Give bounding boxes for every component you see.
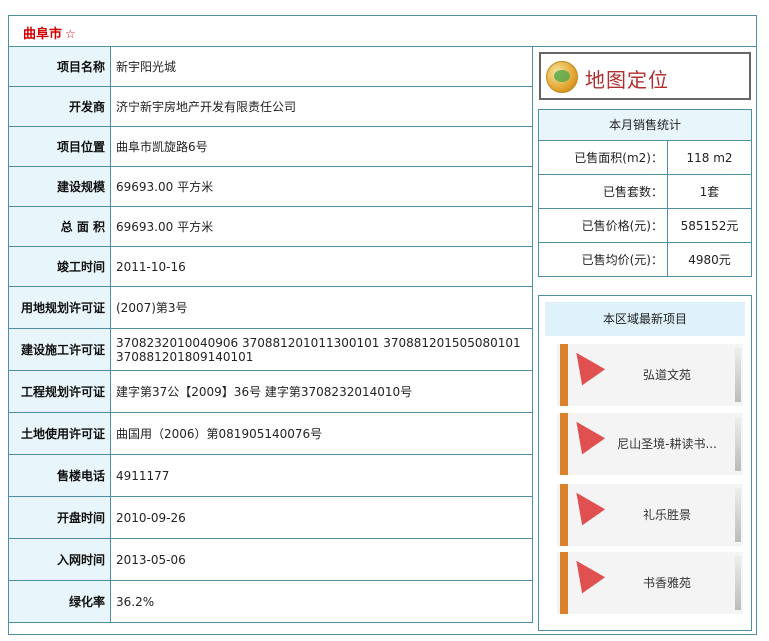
info-label: 土地使用许可证 xyxy=(8,412,111,455)
info-row: 总 面 积 69693.00 平方米 xyxy=(8,206,533,247)
info-row: 用地规划许可证 (2007)第3号 xyxy=(8,286,533,329)
sales-stat-key: 已售均价(元)： xyxy=(539,242,668,276)
sales-stat-key: 已售面积(m2)： xyxy=(539,141,668,175)
info-label: 项目名称 xyxy=(8,46,111,87)
info-row: 项目位置 曲阜市凯旋路6号 xyxy=(8,126,533,167)
sales-stat-row: 已售均价(元)： 4980元 xyxy=(539,242,751,276)
sales-stat-row: 已售价格(元)： 585152元 xyxy=(539,208,751,243)
project-thumb-bar xyxy=(560,413,568,475)
sales-stat-value: 4980元 xyxy=(667,242,751,276)
city-title: 曲阜市 ☆ xyxy=(23,27,76,42)
info-label: 竣工时间 xyxy=(8,246,111,287)
star-icon[interactable]: ☆ xyxy=(65,27,76,41)
info-row: 土地使用许可证 曲国用（2006）第081905140076号 xyxy=(8,412,533,455)
area-project-name[interactable]: 尼山圣境-耕读书... xyxy=(597,435,737,452)
area-project-item[interactable]: 礼乐胜景 xyxy=(557,484,743,546)
info-label: 开发商 xyxy=(8,86,111,127)
info-label: 售楼电话 xyxy=(8,454,111,497)
sales-stat-value: 118 m2 xyxy=(686,150,733,165)
map-location-button[interactable]: 地图定位 xyxy=(539,52,751,100)
info-value: 36.2% xyxy=(110,580,533,623)
info-label: 入网时间 xyxy=(8,538,111,581)
area-project-name[interactable]: 弘道文苑 xyxy=(597,366,737,383)
info-value: 2011-10-16 xyxy=(110,246,533,287)
sales-stat-key: 已售价格(元)： xyxy=(539,208,668,243)
info-label: 用地规划许可证 xyxy=(8,286,111,329)
info-row: 项目名称 新宇阳光城 xyxy=(8,46,533,87)
info-value: 2010-09-26 xyxy=(110,496,533,539)
info-value: 建字第37公【2009】36号 建字第3708232014010号 xyxy=(110,370,533,413)
info-value: 69693.00 平方米 xyxy=(110,206,533,247)
area-project-item[interactable]: 尼山圣境-耕读书... xyxy=(557,413,743,475)
map-location-label: 地图定位 xyxy=(585,68,669,92)
area-project-item[interactable]: 弘道文苑 xyxy=(557,344,743,406)
info-row: 开盘时间 2010-09-26 xyxy=(8,496,533,539)
info-label: 工程规划许可证 xyxy=(8,370,111,413)
info-row: 竣工时间 2011-10-16 xyxy=(8,246,533,287)
sales-stat-value: 585152元 xyxy=(667,208,751,243)
info-value: 曲阜市凯旋路6号 xyxy=(110,126,533,167)
info-value: 4911177 xyxy=(110,454,533,497)
info-label: 开盘时间 xyxy=(8,496,111,539)
project-thumb-bar xyxy=(560,484,568,546)
info-row: 开发商 济宁新宇房地产开发有限责任公司 xyxy=(8,86,533,127)
info-row: 工程规划许可证 建字第37公【2009】36号 建字第3708232014010号 xyxy=(8,370,533,413)
monthly-sales-title: 本月销售统计 xyxy=(539,110,751,141)
info-label: 绿化率 xyxy=(8,580,111,623)
monthly-sales-panel: 本月销售统计 已售面积(m2)： 118 m2 已售套数： 1套 已售价格(元)： 585… xyxy=(538,109,752,277)
sales-stat-row: 已售面积(m2)： 118 m2 xyxy=(539,141,751,175)
info-label: 总 面 积 xyxy=(8,206,111,247)
info-value: 2013-05-06 xyxy=(110,538,533,581)
info-value: 新宇阳光城 xyxy=(110,46,533,87)
project-thumb-bar xyxy=(560,344,568,406)
info-row: 建设规模 69693.00 平方米 xyxy=(8,166,533,207)
info-value: 3708232010040906 370881201011300101 3708… xyxy=(110,328,533,371)
info-value: 济宁新宇房地产开发有限责任公司 xyxy=(110,86,533,127)
sales-stat-row: 已售套数： 1套 xyxy=(539,174,751,209)
area-latest-projects-panel: 本区域最新项目 弘道文苑尼山圣境-耕读书... 礼乐胜景书香雅苑 xyxy=(538,295,752,631)
area-latest-projects-title: 本区域最新项目 xyxy=(545,302,745,336)
project-thumb-bar xyxy=(560,552,568,614)
info-value: 69693.00 平方米 xyxy=(110,166,533,207)
info-row: 入网时间 2013-05-06 xyxy=(8,538,533,581)
info-value: 曲国用（2006）第081905140076号 xyxy=(110,412,533,455)
info-row: 建设施工许可证 3708232010040906 3708812010113001… xyxy=(8,328,533,371)
info-row: 绿化率 36.2% xyxy=(8,580,533,623)
sales-stat-value: 1套 xyxy=(667,174,751,209)
info-row: 售楼电话 4911177 xyxy=(8,454,533,497)
info-label: 建设规模 xyxy=(8,166,111,207)
area-project-item[interactable]: 书香雅苑 xyxy=(557,552,743,614)
area-project-name[interactable]: 书香雅苑 xyxy=(597,574,737,591)
header-bar: 曲阜市 ☆ xyxy=(9,16,756,47)
area-project-name[interactable]: 礼乐胜景 xyxy=(597,506,737,523)
globe-icon xyxy=(546,61,578,93)
info-label: 项目位置 xyxy=(8,126,111,167)
project-info-table: 项目名称 新宇阳光城 开发商 济宁新宇房地产开发有限责任公司 项目位置 曲阜市凯旋路6号建… xyxy=(8,46,533,623)
info-label: 建设施工许可证 xyxy=(8,328,111,371)
sales-stat-key: 已售套数： xyxy=(539,174,668,209)
info-value: (2007)第3号 xyxy=(110,286,533,329)
